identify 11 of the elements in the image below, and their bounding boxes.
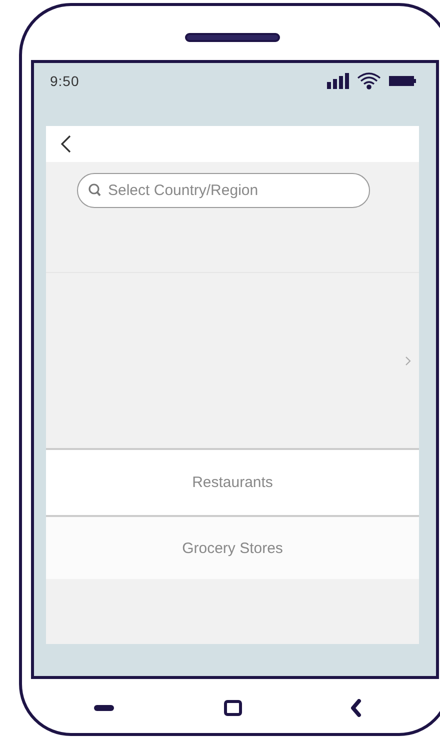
home-icon[interactable]	[224, 700, 242, 716]
status-time: 9:50	[50, 73, 80, 89]
chevron-right-icon	[405, 356, 411, 366]
wifi-icon	[357, 72, 381, 90]
back-nav-icon[interactable]	[350, 699, 362, 717]
recent-apps-icon[interactable]	[94, 705, 114, 711]
search-field[interactable]: Select Country/Region	[77, 173, 370, 208]
back-icon[interactable]	[60, 134, 72, 154]
signal-icon	[327, 73, 349, 89]
category-item[interactable]: Grocery Stores	[46, 517, 419, 579]
battery-icon	[389, 76, 416, 86]
